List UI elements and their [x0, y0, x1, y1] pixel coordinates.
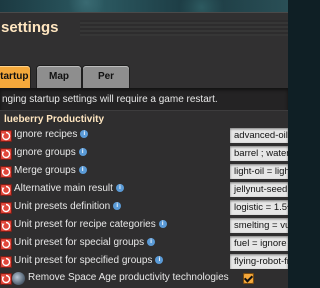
setting-label-text: Ignore groups [14, 147, 76, 158]
setting-label: Alternative main result i [14, 183, 124, 194]
setting-row: Unit preset for special groups i fuel = i… [0, 235, 288, 253]
setting-input[interactable]: barrel ; water [230, 146, 288, 161]
setting-label: Unit presets definition i [14, 201, 122, 212]
remove-space-age-checkbox[interactable] [243, 273, 254, 284]
reset-icon[interactable] [0, 202, 12, 214]
setting-row: Unit preset for specified groups i flying… [0, 253, 288, 271]
reset-icon[interactable] [0, 256, 12, 268]
info-icon[interactable]: i [115, 184, 124, 193]
section-title: lueberry Productivity [4, 114, 105, 125]
info-icon[interactable]: i [147, 238, 156, 247]
info-icon[interactable]: i [113, 202, 122, 211]
setting-row: Ignore groups i barrel ; water [0, 145, 288, 163]
info-icon[interactable]: i [80, 130, 89, 139]
reset-icon[interactable] [0, 166, 12, 178]
tab-map[interactable]: Map [37, 66, 81, 88]
setting-label: Remove Space Age productivity technologi… [28, 272, 229, 283]
setting-label: Ignore groups i [14, 147, 87, 158]
setting-input[interactable]: jellynut-seed = c [230, 182, 288, 197]
setting-label-text: Unit preset for special groups [14, 237, 145, 248]
setting-label-text: Merge groups [14, 165, 76, 176]
tab-startup[interactable]: Startup [0, 66, 30, 88]
drag-handle[interactable] [80, 20, 288, 36]
info-icon[interactable]: i [158, 220, 167, 229]
setting-input[interactable]: flying-robot-fram [230, 254, 288, 269]
setting-input[interactable]: light-oil = light-o [230, 164, 288, 179]
setting-input[interactable]: logistic = 1.5^L* [230, 200, 288, 215]
reset-icon[interactable] [0, 184, 12, 196]
setting-row: Ignore recipesi advanced-oil-pro [0, 127, 288, 145]
background-scenery [0, 0, 288, 12]
setting-label: Unit preset for special groups i [14, 237, 156, 248]
reset-icon[interactable] [0, 130, 12, 142]
setting-row: Merge groupsi light-oil = light-o [0, 163, 288, 181]
reset-icon[interactable] [0, 238, 12, 250]
setting-input[interactable]: advanced-oil-pro [230, 128, 288, 143]
setting-label: Merge groups i [14, 165, 87, 176]
restart-notice: nging startup settings will require a ga… [2, 94, 218, 105]
setting-input[interactable]: smelting = vulcan [230, 218, 288, 233]
window-title-text: settings [1, 19, 59, 36]
setting-label-text: Unit presets definition [14, 201, 111, 212]
space-age-icon [12, 272, 25, 285]
setting-row: Unit presets definitioni logistic = 1.5^… [0, 199, 288, 217]
reset-icon[interactable] [0, 148, 12, 160]
info-icon[interactable]: i [78, 148, 87, 157]
setting-label-text: Alternative main result [14, 183, 113, 194]
setting-label-text: Unit preset for recipe categories [14, 219, 156, 230]
setting-row: Alternative main resulti jellynut-seed =… [0, 181, 288, 199]
setting-input[interactable]: fuel = ignore [230, 236, 288, 251]
reset-icon[interactable] [0, 220, 12, 232]
setting-row-toggle: Remove Space Age productivity technologi… [0, 270, 288, 288]
info-icon[interactable]: i [78, 166, 87, 175]
setting-label-text: Ignore recipes [14, 129, 78, 140]
reset-icon[interactable] [0, 273, 12, 285]
info-icon[interactable]: i [155, 256, 164, 265]
tab-bar: Startup Map Per player [0, 66, 288, 104]
setting-label: Ignore recipes i [14, 129, 89, 140]
setting-label: Unit preset for specified groups i [14, 255, 164, 266]
setting-row: Unit preset for recipe categories i smelt… [0, 217, 288, 235]
setting-label-text: Unit preset for specified groups [14, 255, 153, 266]
setting-label: Unit preset for recipe categories i [14, 219, 167, 230]
tab-per-player[interactable]: Per player [83, 66, 129, 104]
